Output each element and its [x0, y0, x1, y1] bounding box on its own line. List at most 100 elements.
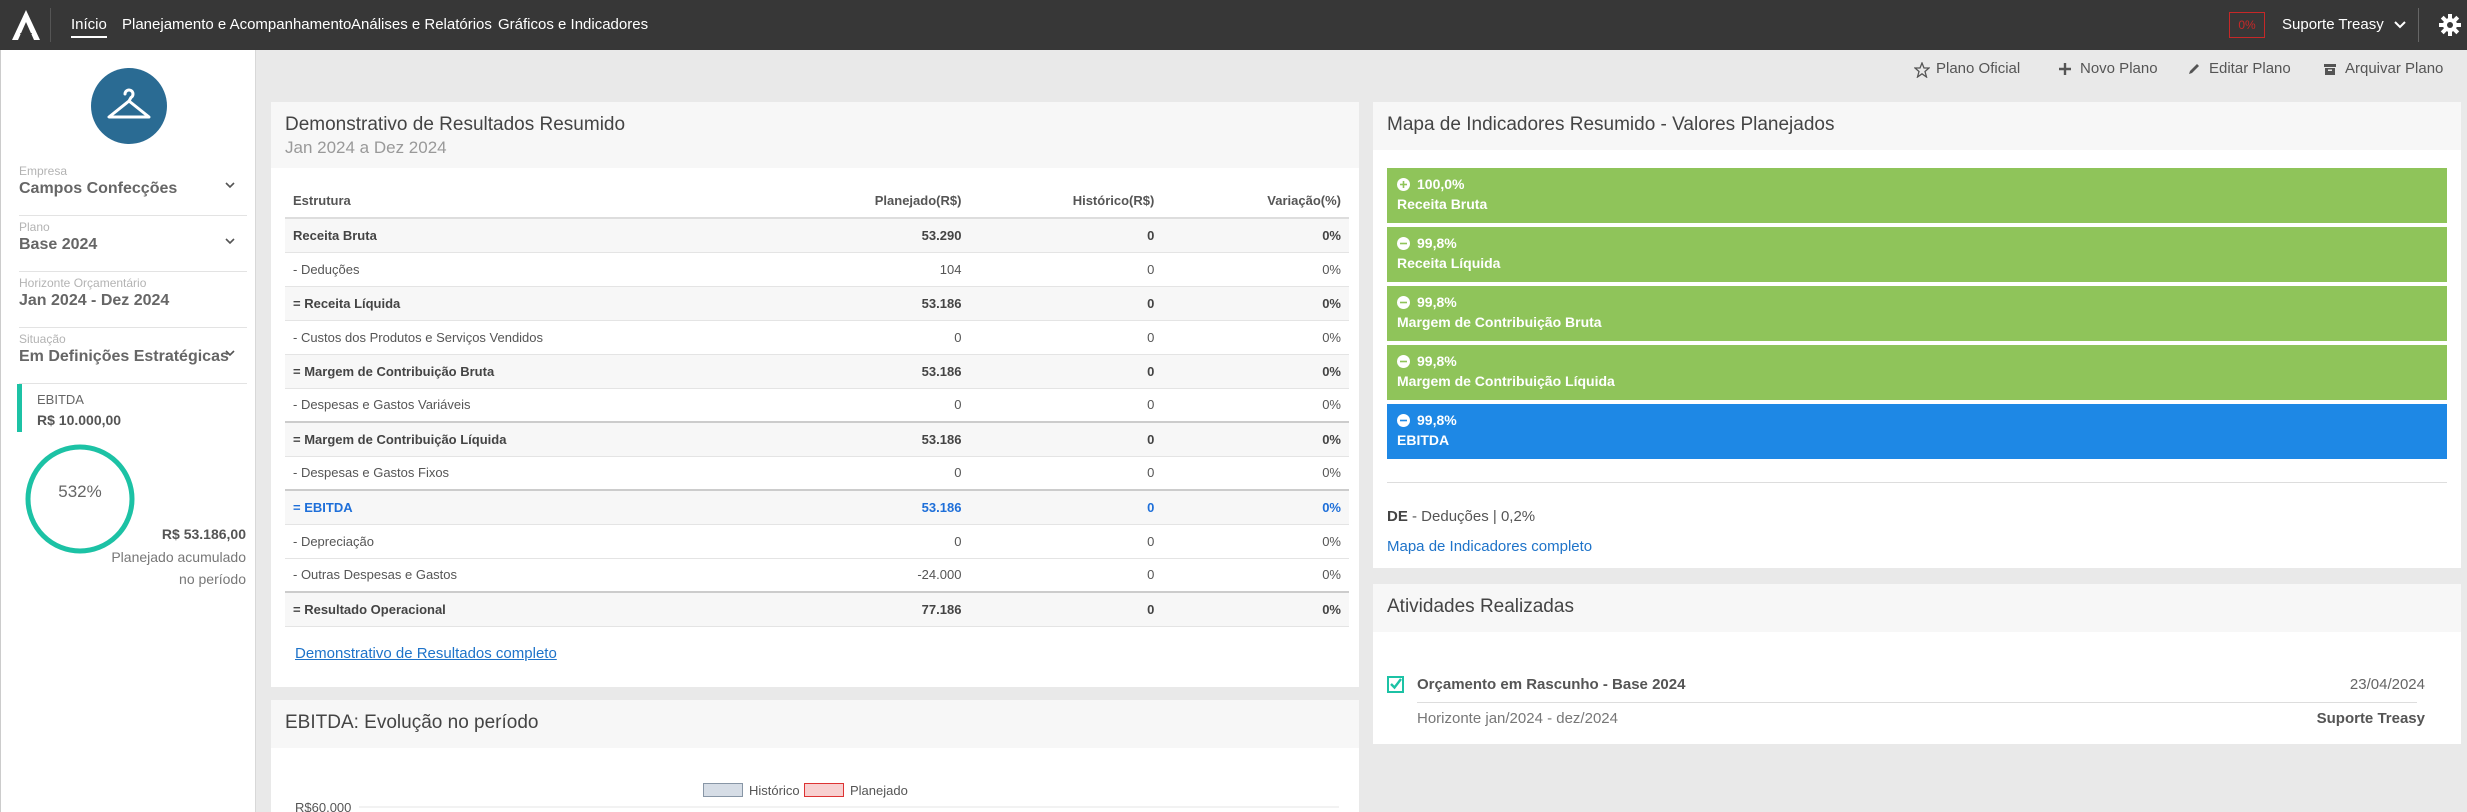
accumulated-value: R$ 53.186,00 [161, 526, 246, 542]
company-value: Campos Confecções [19, 180, 178, 197]
plus-circle-icon [1397, 178, 1410, 191]
dre-panel: Demonstrativo de Resultados Resumido Jan… [271, 102, 1359, 687]
company-selector[interactable]: Empresa Campos Confecções [19, 164, 247, 216]
dre-header-historico[interactable]: Histórico(R$) [969, 184, 1163, 219]
dre-header-variacao[interactable]: Variação(%) [1162, 184, 1349, 219]
plan-selector[interactable]: Plano Base 2024 [19, 220, 247, 272]
archive-plan-label: Arquivar Plano [2345, 60, 2444, 77]
user-menu-name[interactable]: Suporte Treasy [2282, 0, 2384, 50]
dre-cell-name: = Receita Líquida [285, 286, 763, 321]
dre-cell-name: - Custos dos Produtos e Serviços Vendido… [285, 320, 763, 355]
dre-row: - Outras Despesas e Gastos -24.000 0 0% [285, 558, 1349, 593]
legend-historic-label[interactable]: Histórico [749, 783, 800, 798]
dre-cell-variation: 0% [1162, 591, 1349, 627]
dre-header-estrutura[interactable]: Estrutura [285, 184, 763, 219]
dre-cell-planned: 77.186 [762, 591, 970, 627]
chevron-down-icon[interactable] [2392, 17, 2408, 33]
new-plan-label: Novo Plano [2080, 60, 2158, 77]
dre-cell-name: Receita Bruta [285, 218, 763, 253]
edit-plan-label: Editar Plano [2209, 60, 2291, 77]
plan-label: Plano [19, 220, 50, 234]
nav-item-graficos[interactable]: Gráficos e Indicadores [498, 0, 648, 50]
dre-full-report-link[interactable]: Demonstrativo de Resultados completo [295, 645, 557, 662]
dre-cell-historic: 0 [969, 252, 1163, 287]
dre-cell-name: - Despesas e Gastos Variáveis [285, 388, 763, 423]
star-icon [1914, 62, 1930, 78]
horizon-label: Horizonte Orçamentário [19, 276, 147, 290]
horizon-value: Jan 2024 - Dez 2024 [19, 292, 170, 309]
indicator-block[interactable]: 99,8% Receita Líquida [1387, 227, 2447, 282]
nav-item-planejamento[interactable]: Planejamento e Acompanhamento [122, 0, 351, 50]
indicator-name: Margem de Contribuição Líquida [1397, 373, 1615, 389]
dre-cell-name: - Depreciação [285, 524, 763, 559]
legend-swatch-planned[interactable] [804, 783, 844, 797]
kpi-percent: 532% [58, 482, 102, 501]
dre-row: - Despesas e Gastos Variáveis 0 0 0% [285, 388, 1349, 423]
checkbox-checked-icon[interactable] [1387, 676, 1404, 693]
status-selector[interactable]: Situação Em Definições Estratégicas [19, 332, 247, 384]
legend-planned-label[interactable]: Planejado [850, 783, 908, 798]
chevron-down-icon[interactable] [223, 178, 237, 192]
dre-title: Demonstrativo de Resultados Resumido [285, 114, 626, 135]
chart-gridline [359, 806, 1339, 808]
indicator-map-full-link[interactable]: Mapa de Indicadores completo [1387, 538, 1592, 555]
indicator-name: Margem de Contribuição Bruta [1397, 314, 1602, 330]
indicator-block[interactable]: 99,8% Margem de Contribuição Líquida [1387, 345, 2447, 400]
dre-row: = Receita Líquida 53.186 0 0% [285, 286, 1349, 321]
dre-cell-variation: 0% [1162, 524, 1349, 559]
dre-cell-planned: 104 [762, 252, 970, 287]
dre-cell-variation: 0% [1162, 421, 1349, 457]
dre-cell-historic: 0 [969, 354, 1163, 389]
app-logo-icon[interactable] [10, 8, 42, 42]
dre-cell-planned: -24.000 [762, 558, 970, 593]
top-navigation-bar: Início Planejamento e Acompanhamento Aná… [0, 0, 2467, 50]
dre-row: - Despesas e Gastos Fixos 0 0 0% [285, 456, 1349, 491]
indicator-percent: 100,0% [1417, 176, 1465, 192]
dre-row: - Custos dos Produtos e Serviços Vendido… [285, 320, 1349, 355]
indicator-percent: 99,8% [1417, 294, 1457, 310]
activities-panel: Atividades Realizadas Orçamento em Rascu… [1373, 584, 2461, 744]
deductions-summary: DE - Deduções | 0,2% [1387, 508, 1535, 525]
minus-circle-icon [1397, 414, 1410, 427]
accumulated-label: Planejado acumulado no período [111, 549, 246, 587]
dre-cell-variation: 0% [1162, 388, 1349, 423]
dre-cell-historic: 0 [969, 524, 1163, 559]
dre-row: = Margem de Contribuição Líquida 53.186 0 0… [285, 421, 1349, 457]
logo-divider [50, 8, 51, 42]
official-plan-label: Plano Oficial [1936, 60, 2021, 77]
warning-badge[interactable]: 0% [2229, 12, 2265, 38]
dre-row: Receita Bruta 53.290 0 0% [285, 218, 1349, 253]
company-label: Empresa [19, 164, 68, 178]
dre-cell-name: - Outras Despesas e Gastos [285, 558, 763, 593]
left-sidebar: Empresa Campos Confecções Plano Base 202… [0, 50, 256, 812]
dre-cell-historic: 0 [969, 456, 1163, 491]
minus-circle-icon [1397, 237, 1410, 250]
deductions-text: - Deduções | 0,2% [1407, 508, 1536, 525]
dre-cell-planned: 0 [762, 456, 970, 491]
gear-icon[interactable] [2438, 13, 2462, 37]
indicator-block[interactable]: 100,0% Receita Bruta [1387, 168, 2447, 223]
dre-cell-historic: 0 [969, 286, 1163, 321]
dre-cell-variation: 0% [1162, 489, 1349, 525]
dre-cell-planned: 0 [762, 388, 970, 423]
dre-row: = EBITDA 53.186 0 0% [285, 489, 1349, 525]
indicator-map-title: Mapa de Indicadores Resumido - Valores P… [1387, 114, 1835, 135]
indicator-block[interactable]: 99,8% EBITDA [1387, 404, 2447, 459]
chevron-down-icon[interactable] [223, 234, 237, 248]
activity-user: Suporte Treasy [2316, 710, 2425, 727]
indicator-map-panel: Mapa de Indicadores Resumido - Valores P… [1373, 102, 2461, 568]
activity-date: 23/04/2024 [2349, 676, 2425, 693]
ebitda-chart-panel: EBITDA: Evolução no período Histórico Pl… [271, 700, 1359, 812]
nav-item-analises[interactable]: Análises e Relatórios [351, 0, 492, 50]
legend-swatch-historic[interactable] [703, 783, 743, 797]
kpi-accent-bar [17, 384, 22, 432]
chevron-down-icon[interactable] [223, 346, 237, 360]
indicator-name: Receita Bruta [1397, 196, 1488, 212]
indicator-block[interactable]: 99,8% Margem de Contribuição Bruta [1387, 286, 2447, 341]
activity-title[interactable]: Orçamento em Rascunho - Base 2024 [1417, 676, 1685, 693]
nav-item-inicio[interactable]: Início [71, 0, 107, 50]
dre-cell-historic: 0 [969, 218, 1163, 253]
dre-header-planejado[interactable]: Planejado(R$) [762, 184, 970, 219]
dre-cell-name: - Despesas e Gastos Fixos [285, 456, 763, 491]
plan-actions-bar: Plano Oficial Novo Plano Editar Plano Ar… [257, 50, 2467, 88]
